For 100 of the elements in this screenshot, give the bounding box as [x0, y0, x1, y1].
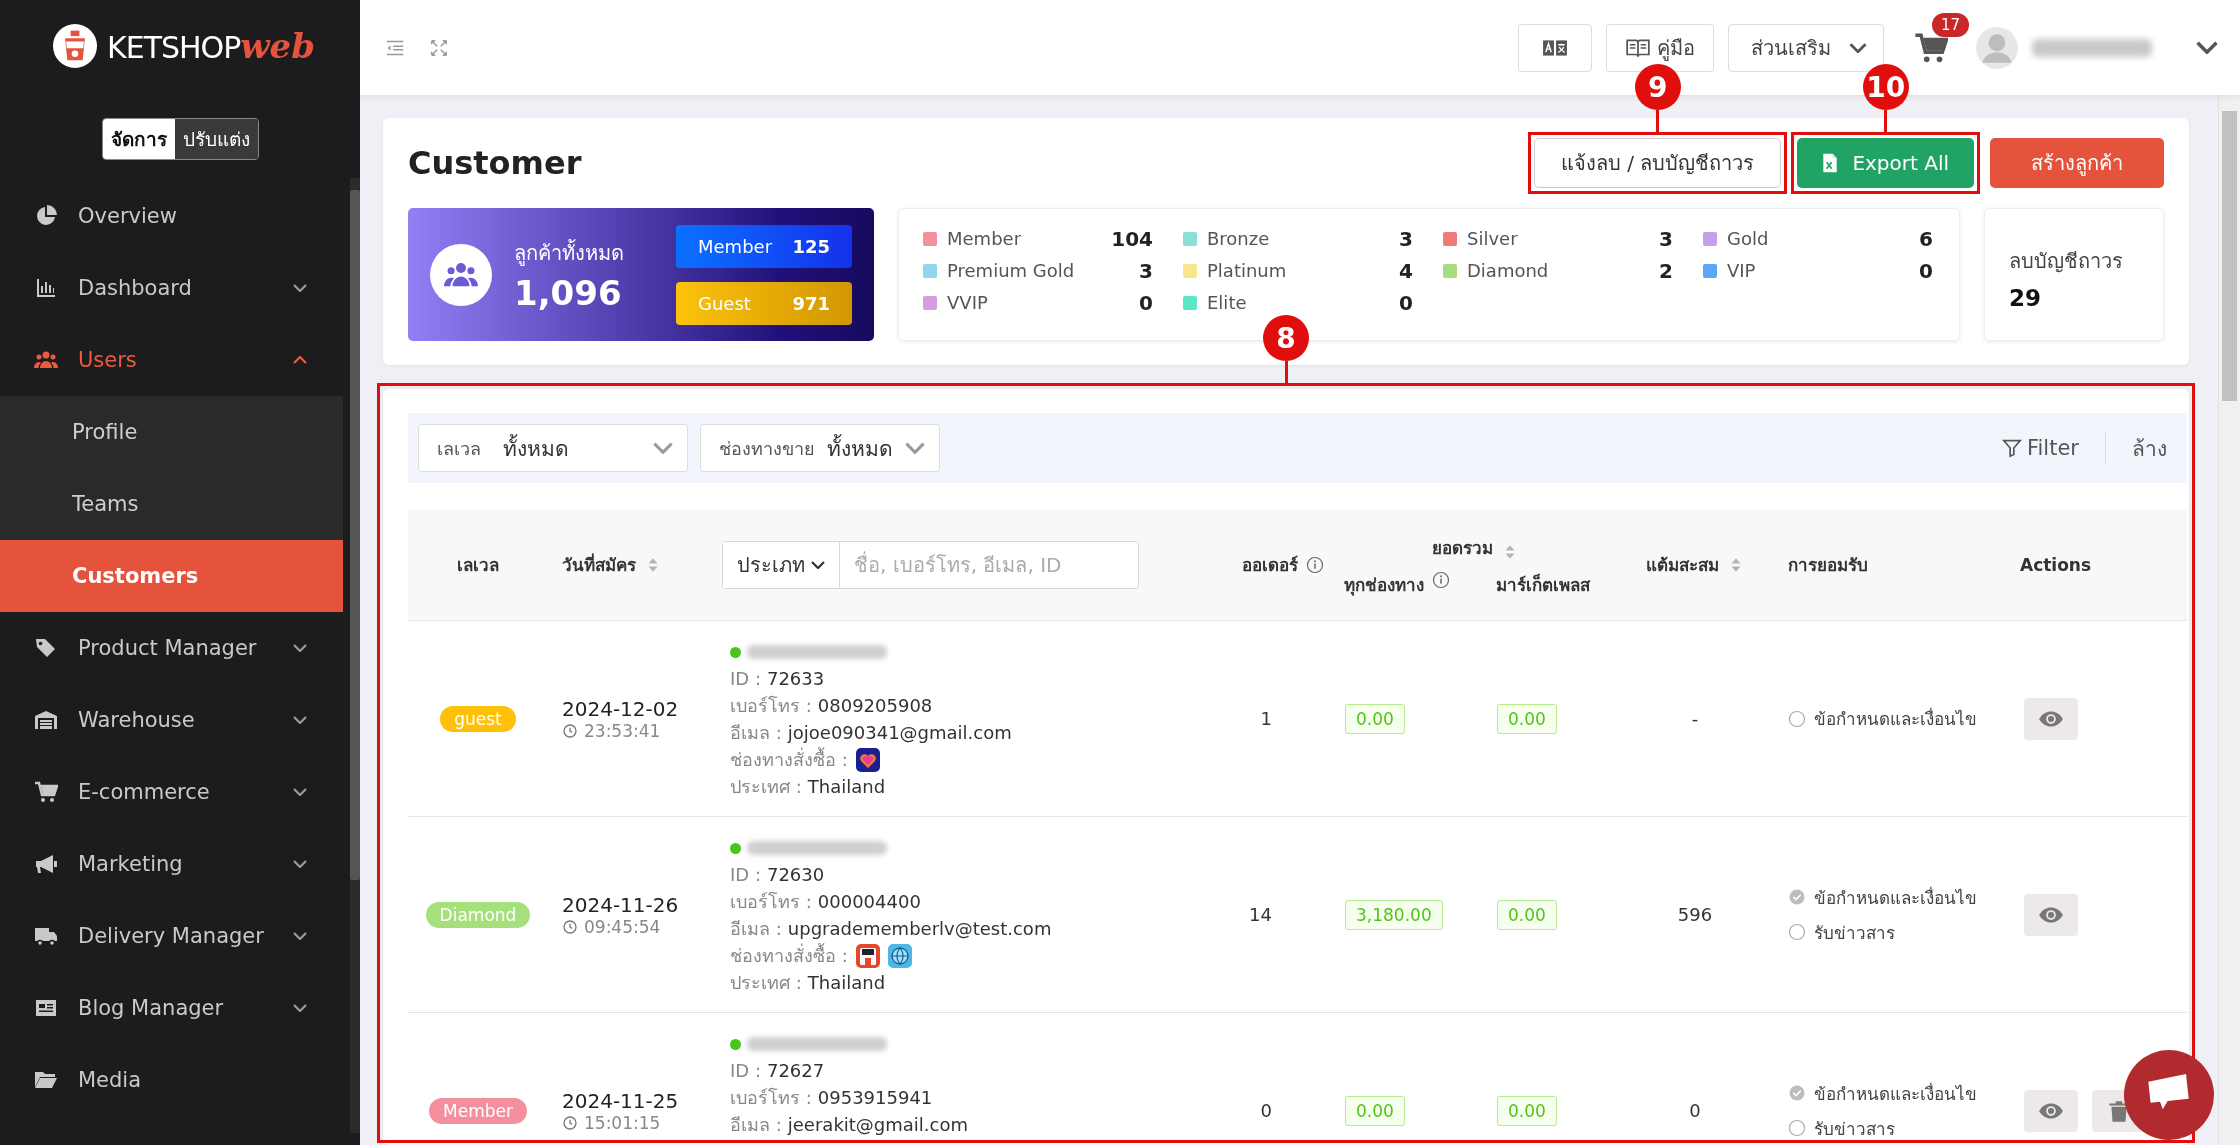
filter-dropdown[interactable]: เลเวล ทั้งหมด — [418, 424, 688, 472]
chevron-down-icon — [293, 284, 307, 292]
view-button[interactable] — [2024, 697, 2078, 740]
view-button[interactable] — [2024, 1089, 2078, 1132]
chevron-down-icon — [293, 716, 307, 724]
clock-icon — [562, 918, 578, 935]
table-cell-text: 1 — [1259, 707, 1273, 731]
menu-label: Overview — [78, 204, 178, 228]
column-header: ทุกช่องทาง — [1344, 573, 1424, 598]
filter-button[interactable]: Filter — [1995, 432, 2085, 464]
column-header: การยอมรับ — [1788, 554, 1868, 577]
level-count: 2 — [1659, 258, 1673, 283]
table-cell-text: 0 — [1259, 1099, 1273, 1123]
menu-label: Delivery Manager — [78, 924, 265, 948]
column-header: แต้มสะสม — [1645, 554, 1719, 577]
megaphone-icon — [34, 852, 58, 876]
user-avatar-icon — [1976, 26, 2018, 69]
store-icon — [855, 943, 880, 968]
signup-time: 23:53:41 — [584, 720, 661, 741]
menu-item[interactable]: E-commerce — [0, 756, 343, 828]
cart-count-badge: 17 — [1932, 12, 1970, 37]
column-header: ยอดรวม — [1431, 536, 1493, 560]
chevron-down-icon — [293, 1004, 307, 1012]
menu-item[interactable]: Delivery Manager — [0, 900, 343, 972]
menu-label: Warehouse — [78, 708, 196, 732]
mode-tab[interactable]: จัดการ — [102, 119, 175, 159]
chevron-down-icon — [293, 644, 307, 652]
create-customer-button[interactable]: สร้างลูกค้า — [1990, 138, 2164, 188]
manual-button[interactable]: คู่มือ — [1606, 23, 1714, 72]
deleted-count: 29 — [2009, 285, 2042, 311]
report-delete-button[interactable]: แจ้งลบ / ลบบัญชีถาวร — [1533, 138, 1782, 188]
table-cell-text: 596 — [1676, 903, 1714, 927]
info-label: ช่องทางสั่งซื้อ : — [730, 746, 848, 772]
signup-date: 2024-11-25 — [562, 1088, 679, 1113]
chevron-up-icon — [293, 356, 307, 364]
scroll-thumb[interactable] — [350, 190, 360, 880]
consent-label: รับข่าวสาร — [1814, 1117, 1895, 1141]
info-line: ประเทศ : Thailand — [730, 971, 886, 995]
menu-label: Marketing — [78, 852, 184, 876]
level-count: 6 — [1919, 226, 1933, 251]
consent-label: รับข่าวสาร — [1814, 921, 1895, 945]
chevron-down-icon — [2196, 41, 2218, 54]
menu-item[interactable]: Users — [0, 324, 343, 396]
total-label: ลูกค้าทั้งหมด — [514, 238, 625, 268]
level-name: Bronze — [1207, 228, 1270, 249]
submenu-item[interactable]: Profile — [0, 396, 343, 468]
menu-item[interactable]: Marketing — [0, 828, 343, 900]
logo-text: KETSHOPweb — [107, 26, 315, 66]
level-name: Platinum — [1207, 260, 1287, 281]
menu-label: Users — [78, 348, 138, 372]
scrollbar[interactable] — [350, 178, 360, 1133]
amount-tag: 0.00 — [1497, 1095, 1557, 1126]
level-count: 4 — [1399, 258, 1413, 283]
info-icon — [1306, 555, 1324, 574]
guest-count-pill: Guest 971 — [676, 281, 852, 325]
level-badge: guest — [440, 705, 516, 732]
menu-item[interactable]: Product Manager — [0, 612, 343, 684]
info-line: อีเมล : jojoe090341@gmail.com — [730, 721, 1012, 745]
mode-tab[interactable]: ปรับแต่ง — [174, 119, 258, 159]
amount-tag: 0.00 — [1345, 703, 1405, 734]
type-dropdown[interactable]: ประเภท — [723, 541, 840, 588]
warehouse-icon — [34, 708, 58, 732]
translate-button[interactable] — [1518, 23, 1592, 72]
chevron-down-icon — [293, 860, 307, 868]
level-count: 104 — [1111, 226, 1153, 251]
view-button[interactable] — [2024, 893, 2078, 936]
consent-label: ข้อกำหนดและเงื่อนไข — [1814, 706, 1977, 731]
level-name: Elite — [1207, 292, 1247, 313]
submenu-item[interactable]: Customers — [0, 540, 343, 612]
menu-item[interactable]: Overview — [0, 180, 343, 252]
submenu-item[interactable]: Teams — [0, 468, 343, 540]
filter-dropdown[interactable]: ช่องทางขาย ทั้งหมด — [700, 424, 940, 472]
clear-button[interactable]: ล้าง — [2126, 427, 2173, 469]
clock-icon — [562, 1114, 578, 1131]
info-line: อีเมล : upgradememberlv@test.com — [730, 917, 1052, 941]
cart-icon — [34, 780, 58, 804]
signup-date: 2024-11-26 — [562, 892, 679, 917]
scrollbar[interactable] — [2218, 95, 2240, 1145]
level-count: 0 — [1919, 258, 1933, 283]
menu-item[interactable]: Blog Manager — [0, 972, 343, 1044]
heart-app-icon — [855, 747, 880, 772]
addons-dropdown[interactable]: ส่วนเสริม — [1728, 23, 1884, 72]
menu-item[interactable]: Media — [0, 1044, 343, 1116]
scroll-thumb[interactable] — [2222, 111, 2237, 401]
signup-time: 09:45:54 — [584, 916, 661, 937]
chevron-down-icon — [905, 442, 925, 454]
table-cell-text: 14 — [1248, 903, 1273, 927]
search-box[interactable]: ประเภท ชื่อ, เบอร์โทร, อีเมล, ID — [722, 540, 1139, 589]
level-name: Silver — [1467, 228, 1518, 249]
menu-label: Dashboard — [78, 276, 193, 300]
level-badge: Member — [429, 1097, 527, 1124]
amount-tag: 0.00 — [1497, 703, 1557, 734]
menu-item[interactable]: Dashboard — [0, 252, 343, 324]
leader-line — [1656, 110, 1660, 132]
menu-item[interactable]: Warehouse — [0, 684, 343, 756]
column-header: Actions — [2020, 554, 2092, 575]
chevron-down-icon — [1849, 42, 1867, 53]
table-cell-text: - — [1690, 707, 1700, 731]
consent-label: ข้อกำหนดและเงื่อนไข — [1814, 885, 1977, 910]
chevron-down-icon — [293, 932, 307, 940]
